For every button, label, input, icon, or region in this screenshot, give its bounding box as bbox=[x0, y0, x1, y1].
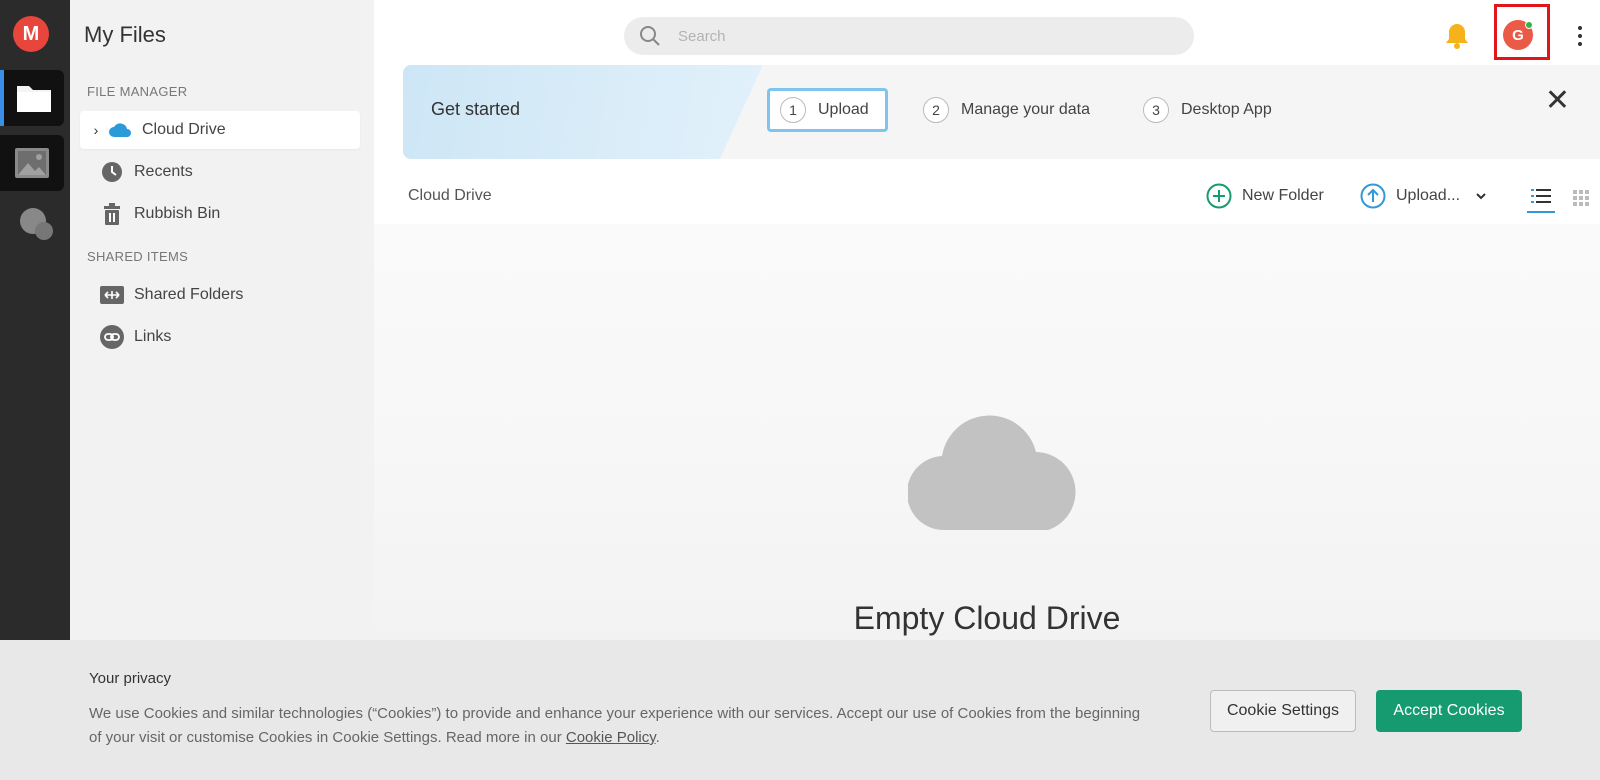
avatar-letter: G bbox=[1512, 26, 1524, 44]
cookie-text: We use Cookies and similar technologies … bbox=[89, 702, 1149, 750]
cookie-policy-link[interactable]: Cookie Policy bbox=[566, 729, 656, 746]
file-manager-heading: FILE MANAGER bbox=[87, 84, 188, 99]
more-options-icon[interactable] bbox=[1574, 22, 1586, 50]
sidebar-item-links[interactable]: Links bbox=[80, 318, 360, 356]
sidebar-item-recents[interactable]: Recents bbox=[80, 153, 360, 191]
mega-logo[interactable]: M bbox=[13, 16, 49, 52]
link-icon bbox=[100, 325, 124, 349]
step-number: 1 bbox=[780, 97, 806, 123]
step-manage-data[interactable]: 2 Manage your data bbox=[923, 88, 1090, 132]
accept-cookies-button[interactable]: Accept Cookies bbox=[1376, 690, 1522, 732]
step-number: 2 bbox=[923, 97, 949, 123]
cookie-settings-button[interactable]: Cookie Settings bbox=[1210, 690, 1356, 732]
plus-circle-icon bbox=[1206, 183, 1232, 209]
cookie-text-end: . bbox=[655, 729, 660, 746]
clock-icon bbox=[100, 160, 124, 184]
list-view-icon bbox=[1531, 189, 1551, 203]
chat-icon bbox=[20, 208, 53, 240]
new-folder-label: New Folder bbox=[1242, 187, 1324, 204]
rail-chat-button[interactable] bbox=[4, 195, 68, 251]
sidebar-item-label: Links bbox=[134, 328, 172, 345]
close-icon[interactable]: ✕ bbox=[1545, 83, 1570, 118]
page-title: My Files bbox=[84, 22, 166, 47]
chevron-down-icon[interactable] bbox=[1474, 189, 1488, 203]
sidebar-item-cloud-drive[interactable]: › Cloud Drive bbox=[80, 111, 360, 149]
sidebar-item-label: Rubbish Bin bbox=[134, 205, 221, 222]
step-label: Desktop App bbox=[1181, 101, 1272, 118]
search-input[interactable]: Search bbox=[678, 28, 726, 45]
list-view-toggle[interactable] bbox=[1527, 185, 1555, 213]
avatar[interactable]: G bbox=[1503, 20, 1533, 50]
chevron-right-icon[interactable]: › bbox=[86, 122, 106, 138]
new-folder-button[interactable]: New Folder bbox=[1206, 183, 1324, 209]
cookie-banner: Your privacy We use Cookies and similar … bbox=[0, 640, 1600, 780]
step-label: Upload bbox=[818, 101, 869, 118]
sidebar-item-label: Recents bbox=[134, 163, 193, 180]
rail-photos-button[interactable] bbox=[0, 135, 64, 191]
empty-cloud-icon bbox=[908, 415, 1076, 531]
step-desktop-app[interactable]: 3 Desktop App bbox=[1143, 88, 1272, 132]
image-icon bbox=[15, 148, 49, 178]
get-started-banner: Get started 1 Upload 2 Manage your data … bbox=[403, 65, 1600, 159]
step-number: 3 bbox=[1143, 97, 1169, 123]
bell-icon[interactable] bbox=[1444, 22, 1470, 50]
sidebar-item-label: Shared Folders bbox=[134, 286, 244, 303]
sidebar-item-shared-folders[interactable]: Shared Folders bbox=[80, 276, 360, 314]
upload-label: Upload... bbox=[1396, 187, 1461, 204]
get-started-title: Get started bbox=[431, 99, 521, 119]
empty-state-title: Empty Cloud Drive bbox=[853, 600, 1121, 636]
step-label: Manage your data bbox=[961, 101, 1090, 118]
shared-items-heading: SHARED ITEMS bbox=[87, 249, 189, 264]
search-bar[interactable]: Search bbox=[624, 17, 1194, 55]
sidebar-item-label: Cloud Drive bbox=[142, 121, 226, 138]
cookie-title: Your privacy bbox=[89, 670, 171, 687]
shared-folder-icon bbox=[100, 283, 124, 307]
sidebar-item-rubbish-bin[interactable]: Rubbish Bin bbox=[80, 195, 360, 233]
online-status-dot bbox=[1525, 21, 1533, 29]
grid-view-icon[interactable] bbox=[1572, 189, 1590, 207]
upload-circle-icon bbox=[1360, 183, 1386, 209]
breadcrumb[interactable]: Cloud Drive bbox=[408, 187, 492, 205]
cloud-icon bbox=[108, 118, 132, 142]
search-icon bbox=[640, 26, 660, 46]
step-upload[interactable]: 1 Upload bbox=[767, 88, 888, 132]
folder-icon bbox=[17, 86, 51, 112]
rail-files-button[interactable] bbox=[0, 70, 64, 126]
upload-button[interactable]: Upload... bbox=[1360, 183, 1488, 209]
trash-icon bbox=[100, 202, 124, 226]
